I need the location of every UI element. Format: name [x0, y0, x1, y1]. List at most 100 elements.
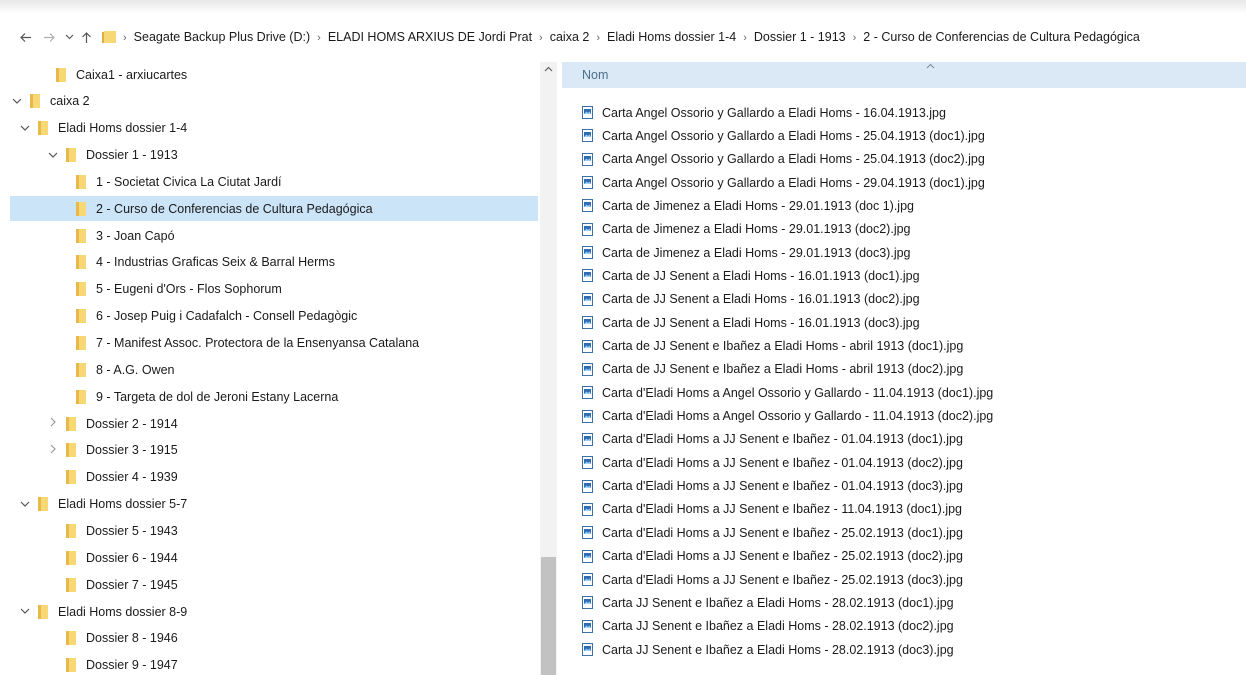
chevron-right-icon[interactable]: ›	[743, 32, 747, 44]
tree-item[interactable]: caixa 2	[10, 89, 538, 114]
file-row[interactable]: Carta de JJ Senent a Eladi Homs - 16.01.…	[582, 264, 920, 287]
breadcrumb-item[interactable]: Eladi Homs dossier 1-4	[607, 30, 736, 44]
tree-scrollbar[interactable]	[540, 62, 557, 675]
file-row[interactable]: Carta de Jimenez a Eladi Homs - 29.01.19…	[582, 241, 911, 264]
image-file-icon	[582, 409, 593, 423]
file-row[interactable]: Carta de JJ Senent a Eladi Homs - 16.01.…	[582, 311, 920, 334]
chevron-right-icon[interactable]: ›	[317, 32, 321, 44]
tree-item[interactable]: 3 - Joan Capó	[10, 223, 538, 248]
chevron-right-icon[interactable]: ›	[853, 32, 857, 44]
chevron-right-icon[interactable]: ›	[539, 32, 543, 44]
file-row[interactable]: Carta d'Eladi Homs a JJ Senent e Ibañez …	[582, 498, 962, 521]
folder-icon	[38, 121, 48, 136]
image-file-icon	[582, 152, 593, 166]
tree-item[interactable]: Eladi Homs dossier 1-4	[10, 116, 538, 141]
tree-item[interactable]: Dossier 8 - 1946	[10, 626, 538, 651]
chevron-right-icon[interactable]	[46, 444, 60, 457]
file-row[interactable]: Carta d'Eladi Homs a JJ Senent e Ibañez …	[582, 545, 963, 568]
tree-item[interactable]: Dossier 4 - 1939	[10, 465, 538, 490]
breadcrumb-item[interactable]: Seagate Backup Plus Drive (D:)	[134, 30, 310, 44]
file-row[interactable]: Carta d'Eladi Homs a JJ Senent e Ibañez …	[582, 521, 963, 544]
tree-item[interactable]: Dossier 2 - 1914	[10, 411, 538, 436]
file-row[interactable]: Carta JJ Senent e Ibañez a Eladi Homs - …	[582, 591, 954, 614]
image-file-icon	[582, 316, 593, 330]
tree-item[interactable]: 4 - Industrias Graficas Seix & Barral He…	[10, 250, 538, 275]
file-row[interactable]: Carta Angel Ossorio y Gallardo a Eladi H…	[582, 148, 985, 171]
scroll-thumb[interactable]	[541, 557, 556, 675]
tree-item-label: 1 - Societat Civica La Ciutat Jardí	[96, 174, 282, 189]
file-row[interactable]: Carta de JJ Senent a Eladi Homs - 16.01.…	[582, 288, 920, 311]
tree-item[interactable]: Dossier 1 - 1913	[10, 143, 538, 168]
tree-item-label: Caixa1 - arxiucartes	[76, 67, 188, 82]
tree-item[interactable]: Dossier 7 - 1945	[10, 572, 538, 597]
image-file-icon	[582, 269, 593, 283]
file-row[interactable]: Carta d'Eladi Homs a JJ Senent e Ibañez …	[582, 428, 963, 451]
tree-item[interactable]: 9 - Targeta de dol de Jeroni Estany Lace…	[10, 384, 538, 409]
tree-item[interactable]: Dossier 5 - 1943	[10, 518, 538, 543]
tree-item[interactable]: 7 - Manifest Assoc. Protectora de la Ens…	[10, 331, 538, 356]
tree-item[interactable]: Dossier 6 - 1944	[10, 545, 538, 570]
address-bar: › Seagate Backup Plus Drive (D:) › ELADI HO…	[0, 24, 1246, 50]
file-row[interactable]: Carta de JJ Senent e Ibañez a Eladi Homs…	[582, 358, 963, 381]
file-row[interactable]: Carta d'Eladi Homs a JJ Senent e Ibañez …	[582, 451, 963, 474]
column-header-name[interactable]: Nom	[562, 62, 1246, 88]
tree-item[interactable]: Eladi Homs dossier 5-7	[10, 492, 538, 517]
chevron-right-icon[interactable]: ›	[123, 32, 127, 44]
file-row[interactable]: Carta d'Eladi Homs a JJ Senent e Ibañez …	[582, 568, 963, 591]
back-button[interactable]	[16, 32, 34, 43]
scroll-up-button[interactable]	[540, 64, 557, 74]
image-file-icon	[582, 339, 593, 353]
tree-item-label: 3 - Joan Capó	[96, 228, 175, 243]
chevron-down-icon[interactable]	[10, 96, 24, 107]
file-name: Carta de JJ Senent e Ibañez a Eladi Homs…	[602, 362, 964, 377]
file-row[interactable]: Carta JJ Senent e Ibañez a Eladi Homs - …	[582, 638, 954, 661]
tree-item-label: Dossier 7 - 1945	[86, 577, 178, 592]
tree-item[interactable]: 8 - A.G. Owen	[10, 357, 538, 382]
file-name: Carta Angel Ossorio y Gallardo a Eladi H…	[602, 175, 985, 190]
tree-item[interactable]: Eladi Homs dossier 8-9	[10, 599, 538, 624]
tree-item[interactable]: 5 - Eugeni d'Ors - Flos Sophorum	[10, 277, 538, 302]
file-row[interactable]: Carta Angel Ossorio y Gallardo a Eladi H…	[582, 101, 946, 124]
folder-icon	[102, 31, 116, 43]
chevron-right-icon[interactable]: ›	[596, 32, 600, 44]
chevron-down-icon[interactable]	[18, 606, 32, 617]
file-row[interactable]: Carta d'Eladi Homs a Angel Ossorio y Gal…	[582, 381, 993, 404]
image-file-icon	[582, 596, 593, 610]
image-file-icon	[582, 549, 593, 563]
breadcrumb-item[interactable]: caixa 2	[550, 30, 590, 44]
breadcrumb-item[interactable]: 2 - Curso de Conferencias de Cultura Ped…	[863, 30, 1140, 44]
folder-icon	[56, 67, 66, 82]
tree-item-label: Dossier 6 - 1944	[86, 550, 178, 565]
breadcrumb-item[interactable]: Dossier 1 - 1913	[754, 30, 846, 44]
file-name: Carta d'Eladi Homs a JJ Senent e Ibañez …	[602, 549, 963, 564]
tree-item[interactable]: 6 - Josep Puig i Cadafalch - Consell Ped…	[10, 304, 538, 329]
chevron-up-icon	[544, 66, 553, 72]
file-row[interactable]: Carta d'Eladi Homs a Angel Ossorio y Gal…	[582, 405, 993, 428]
chevron-down-icon[interactable]	[18, 123, 32, 134]
folder-icon	[76, 201, 86, 216]
breadcrumb-item[interactable]: ELADI HOMS ARXIUS DE Jordi Prat	[328, 30, 532, 44]
up-button[interactable]	[78, 31, 94, 44]
folder-icon	[76, 309, 86, 324]
tree-item-label: 6 - Josep Puig i Cadafalch - Consell Ped…	[96, 309, 358, 324]
tree-item[interactable]: 1 - Societat Civica La Ciutat Jardí	[10, 169, 538, 194]
tree-item[interactable]: Caixa1 - arxiucartes	[10, 62, 538, 87]
file-row[interactable]: Carta de JJ Senent e Ibañez a Eladi Homs…	[582, 335, 963, 358]
file-row[interactable]: Carta JJ Senent e Ibañez a Eladi Homs - …	[582, 615, 954, 638]
image-file-icon	[582, 362, 593, 376]
file-row[interactable]: Carta Angel Ossorio y Gallardo a Eladi H…	[582, 124, 985, 147]
forward-button[interactable]	[40, 32, 58, 43]
tree-item[interactable]: 2 - Curso de Conferencias de Cultura Ped…	[10, 196, 538, 222]
chevron-down-icon[interactable]	[18, 499, 32, 510]
tree-item-label: 9 - Targeta de dol de Jeroni Estany Lace…	[96, 389, 339, 404]
chevron-down-icon[interactable]	[46, 150, 60, 161]
file-row[interactable]: Carta de Jimenez a Eladi Homs - 29.01.19…	[582, 194, 914, 217]
tree-item[interactable]: Dossier 3 - 1915	[10, 438, 538, 463]
file-row[interactable]: Carta de Jimenez a Eladi Homs - 29.01.19…	[582, 218, 911, 241]
recent-locations-button[interactable]	[62, 34, 76, 40]
chevron-right-icon[interactable]	[46, 417, 60, 430]
tree-item[interactable]: Dossier 9 - 1947	[10, 653, 538, 675]
file-row[interactable]: Carta d'Eladi Homs a JJ Senent e Ibañez …	[582, 475, 963, 498]
file-row[interactable]: Carta Angel Ossorio y Gallardo a Eladi H…	[582, 171, 985, 194]
breadcrumb: › Seagate Backup Plus Drive (D:) › ELADI HO…	[116, 30, 1140, 44]
